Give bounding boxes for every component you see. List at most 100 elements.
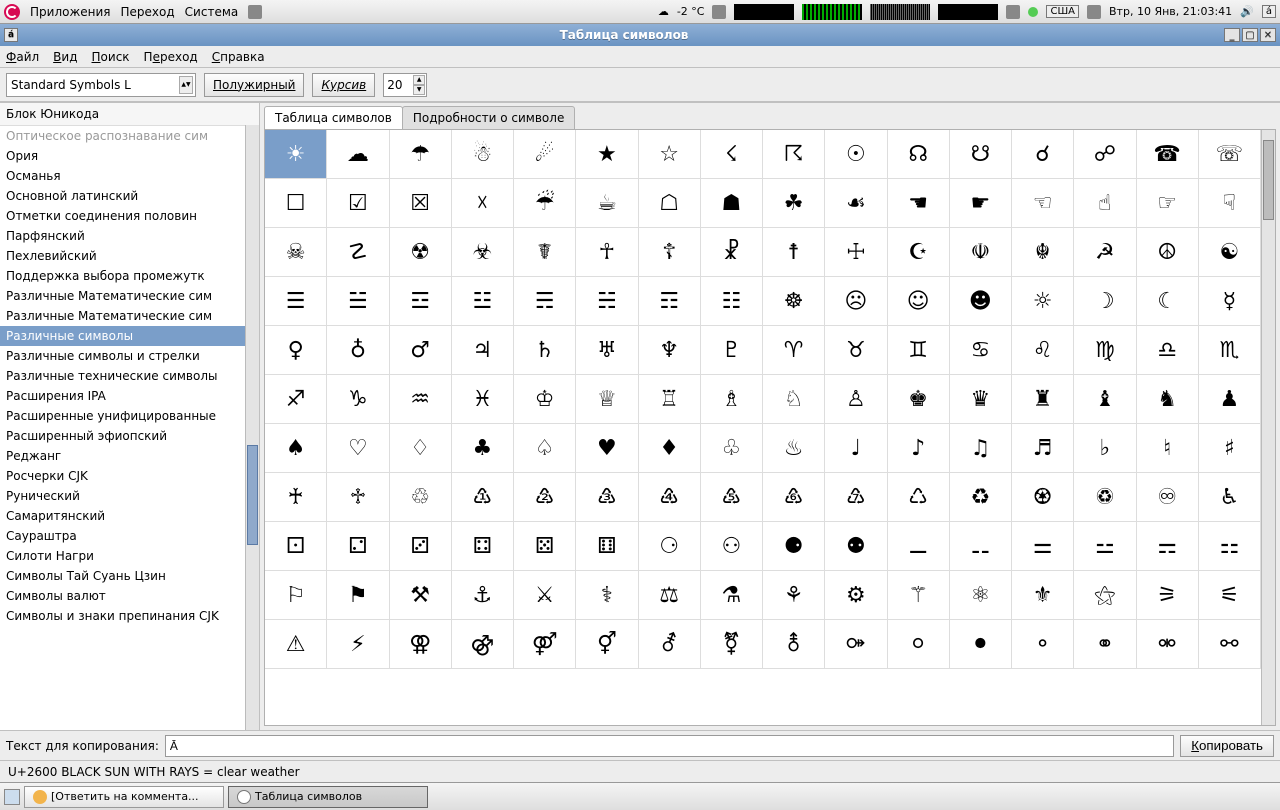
char-cell[interactable]: ☱	[327, 277, 389, 326]
char-cell[interactable]: ☍	[1074, 130, 1136, 179]
sidebar-scroll-thumb[interactable]	[247, 445, 258, 545]
sidebar-item[interactable]: Пехлевийский	[0, 246, 259, 266]
char-cell[interactable]: ☣	[452, 228, 514, 277]
char-cell[interactable]: ♓	[452, 375, 514, 424]
sidebar-item[interactable]: Символы валют	[0, 586, 259, 606]
menu-go[interactable]: Переход	[144, 50, 198, 64]
char-cell[interactable]: ♔	[514, 375, 576, 424]
char-cell[interactable]: ⚡	[327, 620, 389, 669]
menu-help[interactable]: Справка	[212, 50, 265, 64]
char-cell[interactable]: ♁	[327, 326, 389, 375]
char-cell[interactable]: ☑	[327, 179, 389, 228]
char-cell[interactable]: ⚬	[1012, 620, 1074, 669]
char-cell[interactable]: ☊	[888, 130, 950, 179]
char-cell[interactable]: ♿	[1199, 473, 1261, 522]
char-cell[interactable]: ⚠	[265, 620, 327, 669]
char-cell[interactable]: ♨	[763, 424, 825, 473]
char-cell[interactable]: ☔	[514, 179, 576, 228]
char-cell[interactable]: ☼	[1012, 277, 1074, 326]
minimize-button[interactable]: _	[1224, 28, 1240, 42]
char-cell[interactable]: ☃	[452, 130, 514, 179]
char-cell[interactable]: ⚉	[825, 522, 887, 571]
char-cell[interactable]: ☦	[639, 228, 701, 277]
char-cell[interactable]: ⚘	[763, 571, 825, 620]
window-titlebar[interactable]: á Таблица символов _ ▢ ✕	[0, 24, 1280, 46]
char-cell[interactable]: ☘	[763, 179, 825, 228]
sysmon-graph-1[interactable]	[734, 4, 794, 20]
char-cell[interactable]: ⚜	[1012, 571, 1074, 620]
char-cell[interactable]: ⚗	[701, 571, 763, 620]
char-cell[interactable]: ⚕	[576, 571, 638, 620]
sidebar-item[interactable]: Росчерки CJK	[0, 466, 259, 486]
char-cell[interactable]: ♙	[825, 375, 887, 424]
char-cell[interactable]: ☩	[825, 228, 887, 277]
char-cell[interactable]: ⚎	[1137, 522, 1199, 571]
char-cell[interactable]: ⚊	[888, 522, 950, 571]
char-cell[interactable]: ♕	[576, 375, 638, 424]
char-cell[interactable]: ☁	[327, 130, 389, 179]
char-cell[interactable]: ♯	[1199, 424, 1261, 473]
char-cell[interactable]: ☬	[1012, 228, 1074, 277]
copy-text-input[interactable]	[165, 735, 1174, 757]
sidebar-item[interactable]: Силоти Нагри	[0, 546, 259, 566]
char-cell[interactable]: ☭	[1074, 228, 1136, 277]
char-cell[interactable]: ♜	[1012, 375, 1074, 424]
close-button[interactable]: ✕	[1260, 28, 1276, 42]
char-cell[interactable]: ♱	[327, 473, 389, 522]
sidebar-scrollbar[interactable]	[245, 125, 259, 730]
char-cell[interactable]: ⚯	[1199, 620, 1261, 669]
char-cell[interactable]: ☫	[950, 228, 1012, 277]
char-cell[interactable]: ⚈	[763, 522, 825, 571]
char-cell[interactable]: ♻	[950, 473, 1012, 522]
char-cell[interactable]: ☨	[763, 228, 825, 277]
char-cell[interactable]: ☝	[1074, 179, 1136, 228]
char-cell[interactable]: ♾	[1137, 473, 1199, 522]
char-cell[interactable]: ☯	[1199, 228, 1261, 277]
char-cell[interactable]: ⚂	[390, 522, 452, 571]
sidebar-item[interactable]: Рунический	[0, 486, 259, 506]
char-cell[interactable]: ☕	[576, 179, 638, 228]
char-cell[interactable]: ☢	[390, 228, 452, 277]
char-indicator[interactable]: á	[1262, 5, 1276, 18]
char-cell[interactable]: ♸	[763, 473, 825, 522]
char-cell[interactable]: ♍	[1074, 326, 1136, 375]
char-cell[interactable]: ♃	[452, 326, 514, 375]
char-cell[interactable]: ⚪	[888, 620, 950, 669]
char-cell[interactable]: ☠	[265, 228, 327, 277]
sidebar-item[interactable]: Расширенные унифицированные	[0, 406, 259, 426]
char-cell[interactable]: ⚐	[265, 571, 327, 620]
char-cell[interactable]: ⚇	[701, 522, 763, 571]
char-cell[interactable]: ⚏	[1199, 522, 1261, 571]
char-cell[interactable]: ⚔	[514, 571, 576, 620]
char-cell[interactable]: ☹	[825, 277, 887, 326]
char-cell[interactable]: ☌	[1012, 130, 1074, 179]
char-cell[interactable]: ♏	[1199, 326, 1261, 375]
char-cell[interactable]: ☙	[825, 179, 887, 228]
sidebar-item[interactable]: Парфянский	[0, 226, 259, 246]
char-cell[interactable]: ⚍	[1074, 522, 1136, 571]
sidebar-item[interactable]: Различные символы	[0, 326, 259, 346]
char-cell[interactable]: ♝	[1074, 375, 1136, 424]
char-cell[interactable]: ♶	[639, 473, 701, 522]
char-cell[interactable]: ☎	[1137, 130, 1199, 179]
char-cell[interactable]: ☆	[639, 130, 701, 179]
char-cell[interactable]: ⚚	[888, 571, 950, 620]
sidebar-item[interactable]: Поддержка выбора промежутк	[0, 266, 259, 286]
char-cell[interactable]: ♎	[1137, 326, 1199, 375]
panel-places[interactable]: Переход	[121, 5, 175, 19]
char-cell[interactable]: ☪	[888, 228, 950, 277]
char-cell[interactable]: ⚣	[452, 620, 514, 669]
char-cell[interactable]: ♘	[763, 375, 825, 424]
char-cell[interactable]: ☂	[390, 130, 452, 179]
char-cell[interactable]: ☥	[576, 228, 638, 277]
char-cell[interactable]: ⚤	[514, 620, 576, 669]
char-cell[interactable]: ⚮	[1137, 620, 1199, 669]
panel-apps[interactable]: Приложения	[30, 5, 111, 19]
char-cell[interactable]: ⚦	[639, 620, 701, 669]
char-cell[interactable]: ♩	[825, 424, 887, 473]
char-cell[interactable]: ♀	[265, 326, 327, 375]
char-cell[interactable]: ☻	[950, 277, 1012, 326]
sidebar-item[interactable]: Символы Тай Суань Цзин	[0, 566, 259, 586]
char-cell[interactable]: ♄	[514, 326, 576, 375]
char-cell[interactable]: ☴	[514, 277, 576, 326]
